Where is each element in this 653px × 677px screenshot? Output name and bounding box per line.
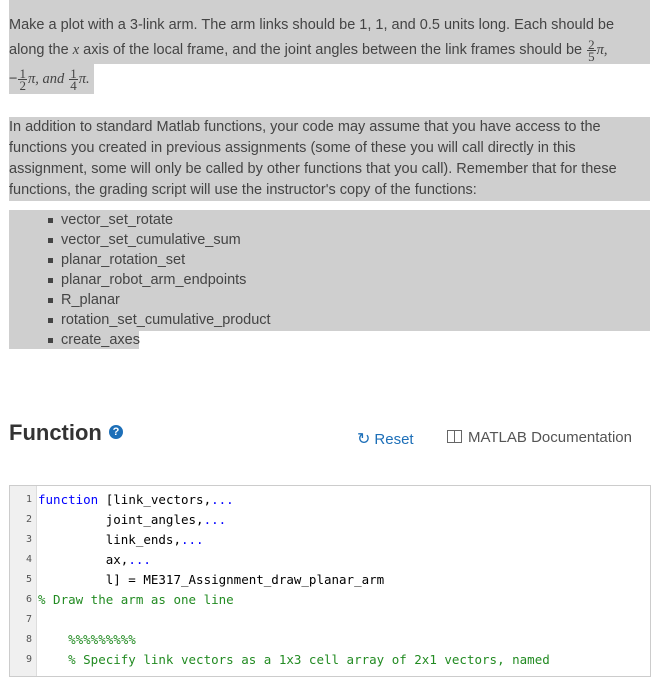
angle-1-fraction: 25: [587, 38, 596, 64]
line-number: 4: [25, 554, 32, 565]
line-number: 6: [25, 594, 32, 605]
matlab-documentation-button[interactable]: MATLAB Documentation: [447, 429, 632, 446]
instructions-paragraph: In addition to standard Matlab functions…: [9, 117, 650, 201]
reset-button[interactable]: ↻ Reset: [357, 429, 414, 449]
list-item: create_axes: [48, 330, 650, 350]
list-item: vector_set_rotate: [48, 210, 650, 230]
angle-3-den: 4: [70, 77, 77, 93]
line-number: 1: [25, 494, 32, 505]
line-number: 7: [25, 614, 32, 625]
code-line-2[interactable]: joint_angles,...: [38, 512, 226, 527]
code-line-5[interactable]: l] = ME317_Assignment_draw_planar_arm: [38, 572, 384, 587]
problem-line-2: along the x axis of the local frame, and…: [9, 36, 650, 64]
code-line-6[interactable]: % Draw the arm as one line: [38, 592, 234, 607]
section-title: Function: [9, 420, 102, 445]
doc-label: MATLAB Documentation: [468, 429, 632, 446]
problem-statement: Make a plot with a 3-link arm. The arm l…: [9, 0, 650, 94]
code-editor[interactable]: 1 2 3 4 5 6 7 8 9 function [link_vectors…: [9, 485, 651, 677]
angle-1-pi: π,: [596, 42, 608, 58]
list-item: planar_rotation_set: [48, 250, 650, 270]
code-line-3[interactable]: link_ends,...: [38, 532, 204, 547]
book-icon: [447, 430, 462, 443]
problem-line-2-end: axis of the local frame, and the joint a…: [83, 42, 583, 58]
angle-2-pi: π, and: [27, 71, 65, 87]
problem-line-1: Make a plot with a 3-link arm. The arm l…: [9, 0, 650, 36]
line-number: 8: [25, 634, 32, 645]
line-number: 3: [25, 534, 32, 545]
list-item: vector_set_cumulative_sum: [48, 230, 650, 250]
angles-2-3: −1 2 π, and 1 4 π.: [9, 64, 94, 94]
angle-3-pi: π.: [78, 71, 90, 87]
help-icon[interactable]: ?: [109, 425, 123, 439]
problem-line-3: −1 2 π, and 1 4 π.: [9, 64, 650, 94]
angle-2-fraction: 12: [18, 67, 27, 93]
reset-label: Reset: [374, 431, 414, 448]
angle-2-sign: −: [9, 71, 18, 87]
problem-line-2-start: along the: [9, 42, 69, 58]
code-line-8[interactable]: %%%%%%%%%: [38, 632, 136, 647]
line-number: 2: [25, 514, 32, 525]
line-number: 9: [25, 654, 32, 665]
code-line-4[interactable]: ax,...: [38, 552, 151, 567]
line-number: 5: [25, 574, 32, 585]
list-item: planar_robot_arm_endpoints: [48, 270, 650, 290]
angle-1-den: 5: [588, 48, 595, 64]
x-variable: x: [72, 42, 80, 58]
list-item: R_planar: [48, 290, 650, 310]
function-list: vector_set_rotate vector_set_cumulative_…: [9, 210, 650, 350]
angle-2-den: 2: [19, 77, 26, 93]
code-line-1[interactable]: function [link_vectors,...: [38, 492, 234, 507]
list-item: rotation_set_cumulative_product: [48, 310, 650, 330]
code-line-9[interactable]: % Specify link vectors as a 1x3 cell arr…: [38, 652, 550, 667]
angle-3-fraction: 14: [69, 67, 78, 93]
reset-icon: ↻: [357, 431, 371, 448]
